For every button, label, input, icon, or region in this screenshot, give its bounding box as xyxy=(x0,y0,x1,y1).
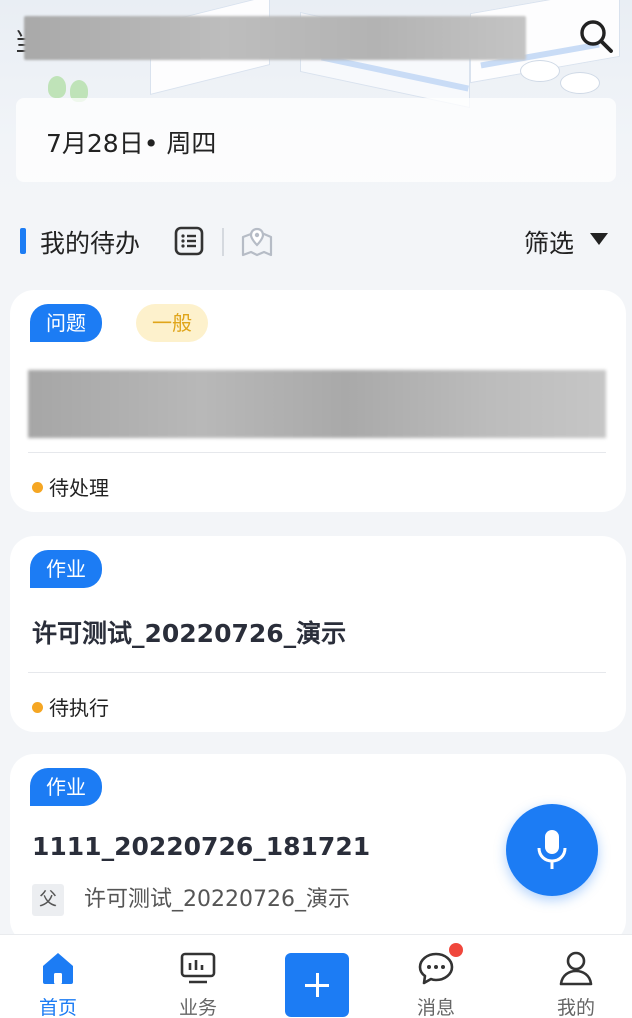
tab-messages-label: 消息 xyxy=(416,997,455,1018)
tab-messages[interactable]: 消息 xyxy=(391,935,481,1018)
section-accent-bar xyxy=(20,228,26,254)
search-button[interactable] xyxy=(574,14,618,58)
microphone-icon xyxy=(537,830,567,869)
filter-dropdown-icon[interactable] xyxy=(590,233,608,245)
type-tag: 问题 xyxy=(30,304,102,342)
tab-business[interactable]: 业务 xyxy=(153,935,243,1018)
list-view-button[interactable] xyxy=(174,226,204,256)
tab-mine[interactable]: 我的 xyxy=(531,935,621,1018)
status-label: 待执行 xyxy=(32,692,109,721)
card-divider xyxy=(28,452,606,453)
current-date: 7月28日• 周四 xyxy=(46,129,217,158)
parent-tag: 父 xyxy=(32,884,64,916)
bottom-tab-bar: 首页 业务 消息 我的 xyxy=(0,934,632,1018)
dashboard-icon xyxy=(180,952,216,984)
card-title-redacted xyxy=(28,370,606,438)
search-icon xyxy=(580,20,613,53)
tab-business-label: 业务 xyxy=(178,997,217,1018)
home-icon xyxy=(43,953,73,984)
date-card: 7月28日• 周四 xyxy=(16,98,616,182)
tab-home-label: 首页 xyxy=(38,997,77,1018)
unread-badge xyxy=(449,943,463,957)
type-tag: 作业 xyxy=(30,768,102,806)
todo-card-task[interactable]: 作业 许可测试_20220726_演示 待执行 xyxy=(10,536,626,732)
section-title: 我的待办 xyxy=(40,229,141,258)
priority-tag: 一般 xyxy=(136,304,208,342)
page-title-redacted xyxy=(24,16,526,60)
add-button[interactable] xyxy=(285,953,349,1017)
status-label: 待处理 xyxy=(32,472,109,501)
todo-card-issue[interactable]: 问题 一般 待处理 xyxy=(10,290,626,512)
tab-home[interactable]: 首页 xyxy=(13,935,103,1018)
status-dot xyxy=(32,702,43,713)
tab-mine-label: 我的 xyxy=(556,997,595,1018)
chat-icon xyxy=(418,952,454,985)
card-divider xyxy=(28,672,606,673)
status-dot xyxy=(32,482,43,493)
view-divider xyxy=(222,228,224,256)
parent-task-title: 许可测试_20220726_演示 xyxy=(84,887,350,912)
filter-button[interactable]: 筛选 xyxy=(524,224,574,260)
voice-input-button[interactable] xyxy=(506,804,598,896)
map-icon xyxy=(241,227,273,257)
list-icon xyxy=(174,226,204,256)
card-title: 1111_20220726_181721 xyxy=(32,832,371,861)
type-tag: 作业 xyxy=(30,550,102,588)
card-title: 许可测试_20220726_演示 xyxy=(32,619,347,648)
user-icon xyxy=(559,951,593,986)
map-view-button[interactable] xyxy=(240,226,274,258)
